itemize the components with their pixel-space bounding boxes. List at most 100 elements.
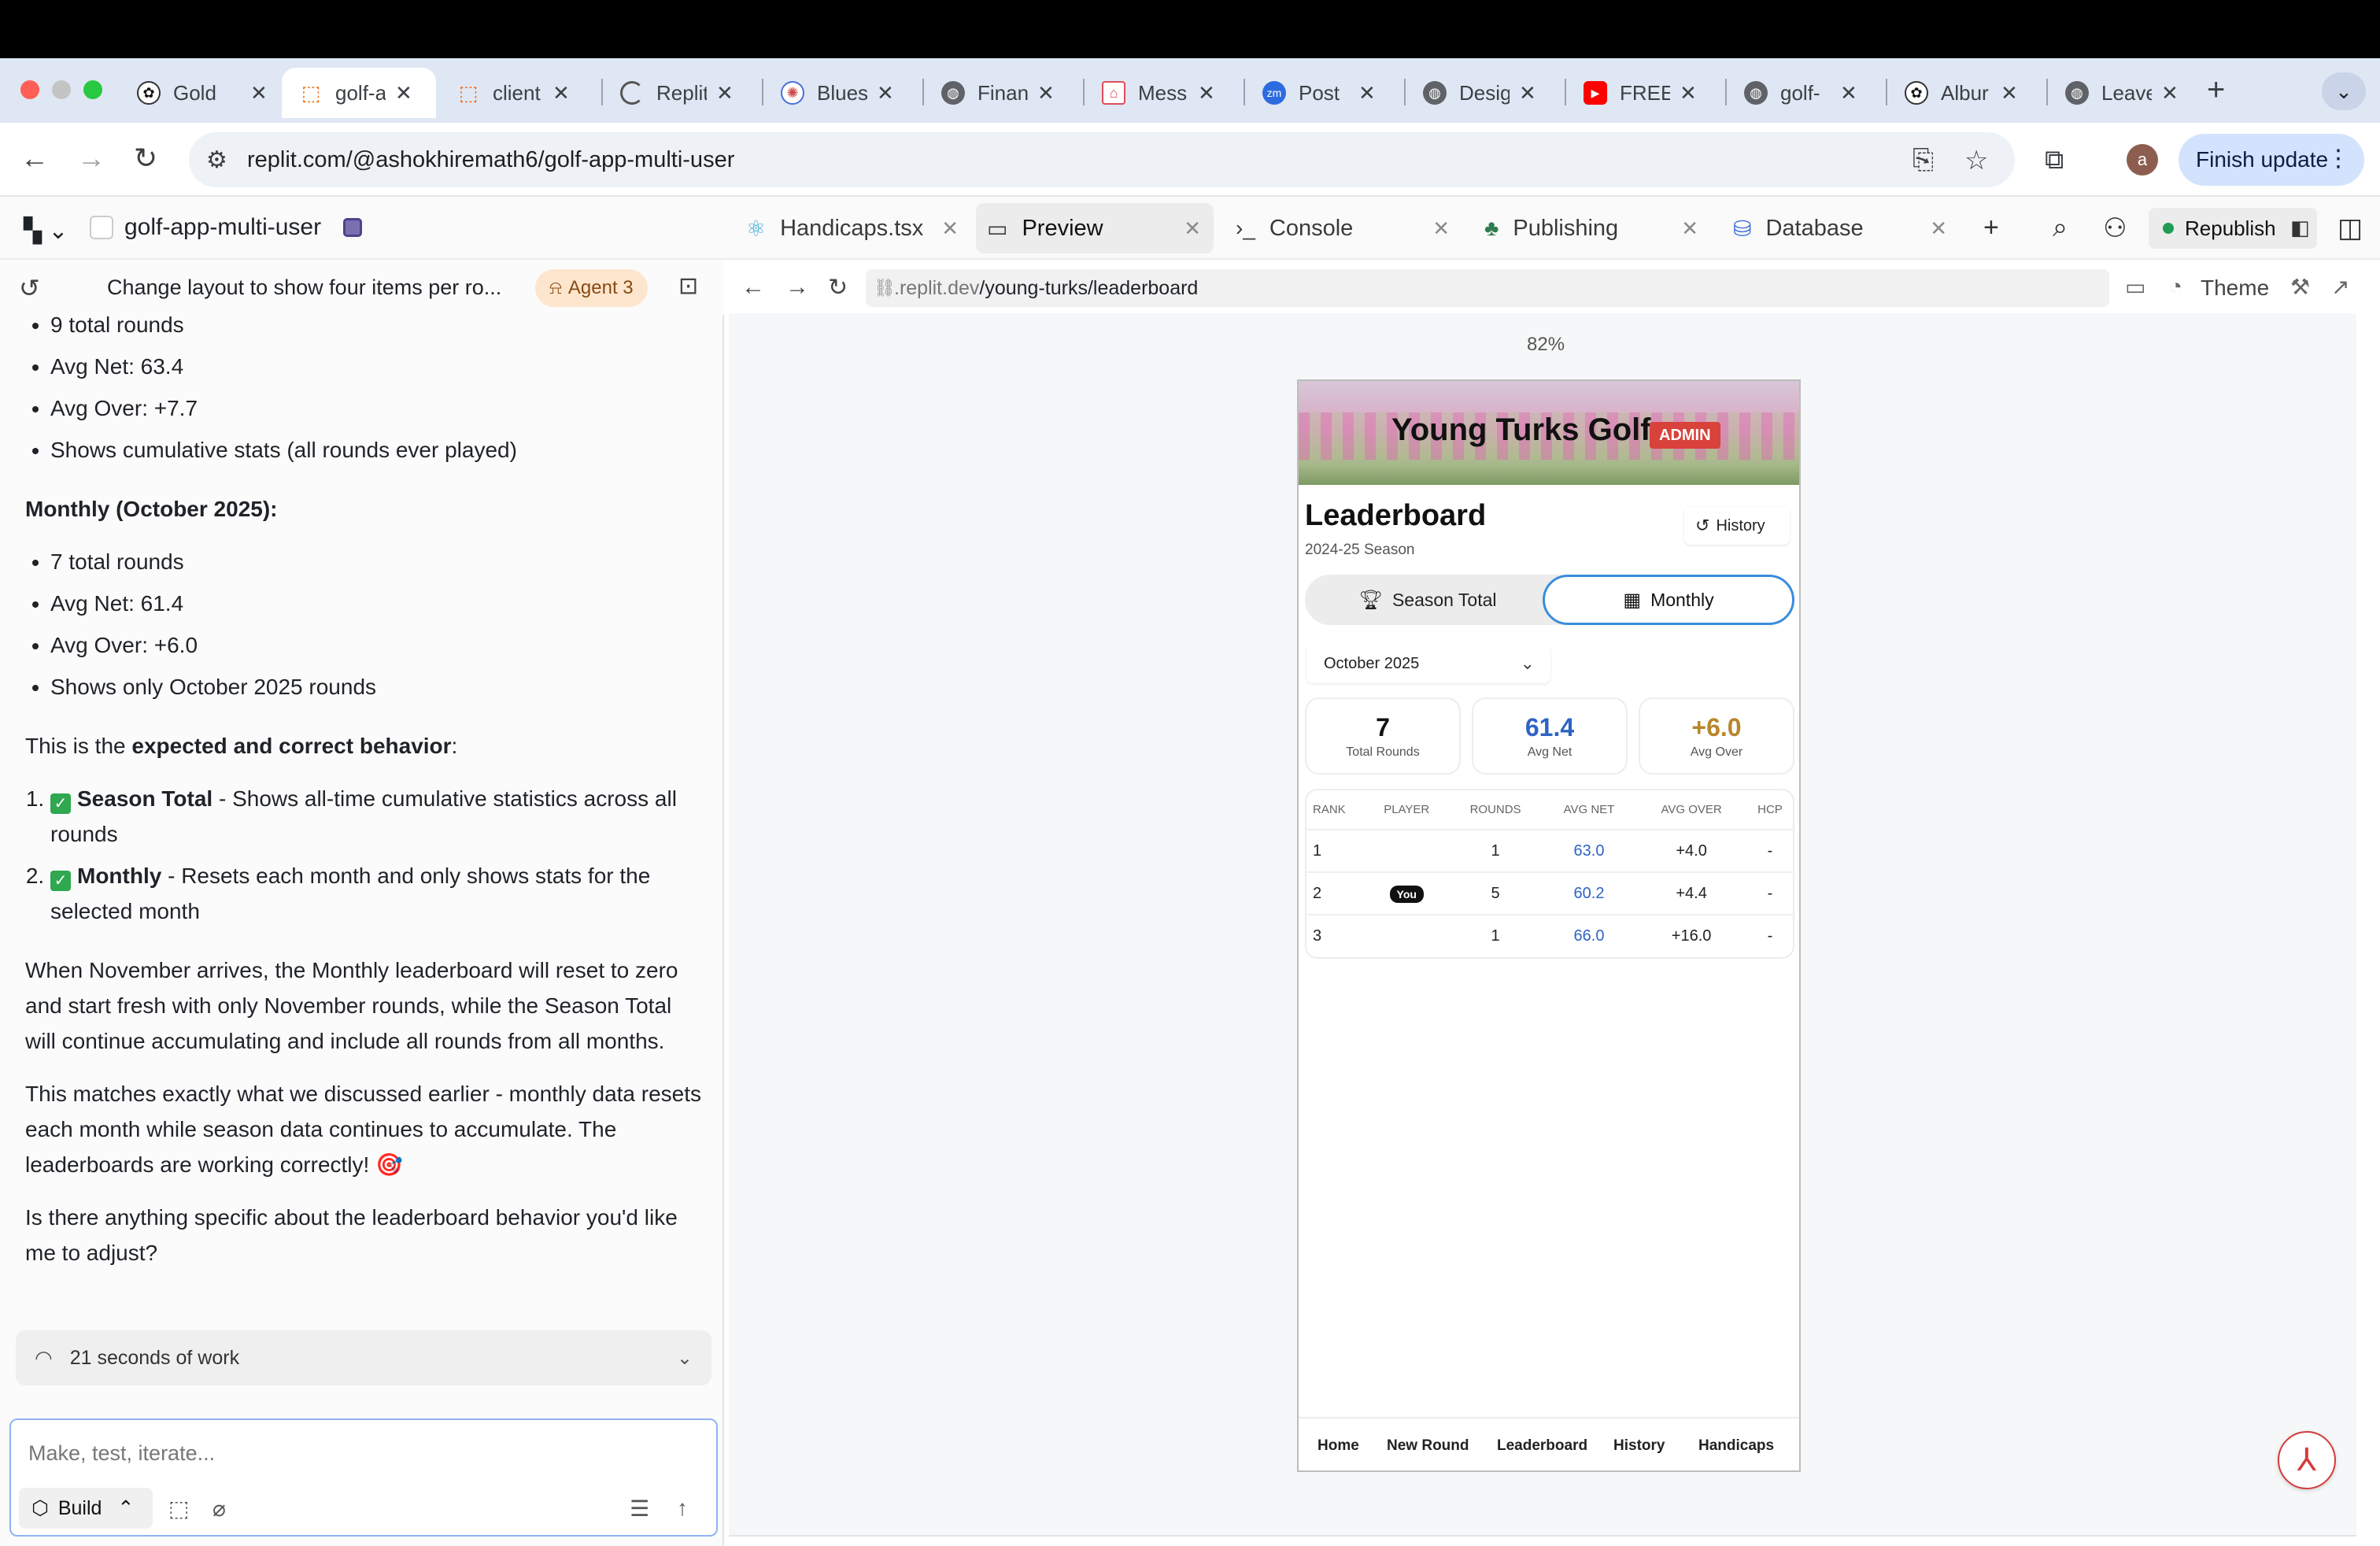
browser-tab-label: golf- (1780, 80, 1820, 105)
finish-update-button[interactable]: Finish update ⋮ (2179, 134, 2364, 186)
close-icon[interactable]: ✕ (877, 81, 894, 105)
open-external-icon[interactable]: ↗ (2331, 274, 2349, 300)
browser-tab-label: client (493, 80, 541, 105)
browser-tab[interactable]: ⬚ client ✕ (439, 68, 597, 118)
close-icon[interactable]: ✕ (250, 81, 268, 105)
tab-console[interactable]: ›_ Console ✕ (1225, 203, 1462, 253)
history-button[interactable]: ↺ History (1684, 507, 1790, 545)
rounds-cell: 1 (1491, 927, 1500, 945)
close-icon[interactable]: ✕ (1840, 81, 1857, 105)
select-element-icon[interactable]: ⬚ (168, 1496, 189, 1522)
close-icon[interactable]: ✕ (2001, 81, 2018, 105)
theme-button[interactable]: Theme (2201, 276, 2269, 301)
table-row[interactable]: 3 1 66.0 +16.0 - (1306, 915, 1793, 957)
tab-database[interactable]: ⛁ Database ✕ (1722, 203, 1960, 253)
table-row[interactable]: 1 1 63.0 +4.0 - (1306, 830, 1793, 873)
close-icon[interactable]: ✕ (1519, 81, 1536, 105)
close-icon[interactable]: ✕ (941, 216, 959, 241)
close-icon[interactable]: ✕ (1681, 216, 1698, 241)
tab-search-button[interactable]: ⌄ (2322, 72, 2366, 110)
deploy-menu-icon[interactable]: ◧ (2290, 216, 2310, 240)
add-tab-icon[interactable]: + (1983, 213, 1999, 243)
nav-home[interactable]: Home (1318, 1418, 1359, 1470)
browser-tab[interactable]: ▶ FREE ✕ (1566, 68, 1724, 118)
close-icon[interactable]: ✕ (1037, 81, 1055, 105)
month-select[interactable]: October 2025 ⌄ (1306, 644, 1550, 683)
close-icon[interactable]: ✕ (1198, 81, 1215, 105)
tab-publishing[interactable]: ♣ Publishing ✕ (1473, 203, 1711, 253)
browser-tab[interactable]: Replit ✕ (603, 68, 760, 118)
work-summary[interactable]: ◠ 21 seconds of work ⌄ (16, 1330, 711, 1385)
layout-toggle-icon[interactable]: ◫ (2338, 213, 2363, 244)
stat-label: Avg Over (1690, 745, 1743, 759)
search-icon[interactable]: ⌕ (2053, 213, 2068, 243)
reload-button[interactable]: ↻ (134, 142, 157, 175)
browser-tab[interactable]: ⌂ Mess ✕ (1085, 68, 1242, 118)
site-settings-icon[interactable]: ⚙ (206, 146, 227, 174)
preview-back-button[interactable]: ← (741, 274, 765, 301)
close-icon[interactable]: ✕ (1680, 81, 1697, 105)
browser-tab[interactable]: ◍ Desig ✕ (1406, 68, 1563, 118)
nav-new-round[interactable]: New Round (1387, 1418, 1469, 1470)
agent-badge[interactable]: ⍾ Agent 3 (535, 269, 648, 307)
project-name[interactable]: golf-app-multi-user (124, 214, 321, 241)
close-icon[interactable]: ✕ (395, 81, 412, 105)
new-tab-button[interactable]: + (2207, 72, 2225, 108)
close-icon[interactable]: ✕ (1358, 81, 1376, 105)
send-icon[interactable]: ↑ (677, 1496, 688, 1521)
new-chat-icon[interactable]: ⊡ (678, 272, 698, 300)
replit-logo-icon[interactable]: ▚ ⌄ (24, 217, 68, 245)
forward-button[interactable]: → (77, 142, 105, 175)
pdf-icon[interactable]: ⅄ (2278, 1431, 2336, 1489)
table-header-row: RANK PLAYER ROUNDS AVG NET AVG OVER HCP (1306, 790, 1793, 830)
preview-reload-button[interactable]: ↻ (828, 274, 848, 301)
prompt-input[interactable] (28, 1437, 705, 1469)
close-icon[interactable]: ✕ (1930, 216, 1947, 241)
attach-icon[interactable]: ⌀ (213, 1496, 226, 1522)
browser-tab-active[interactable]: ⬚ golf-a ✕ (282, 68, 436, 118)
device-toggle-icon[interactable]: ▭ (2125, 274, 2145, 300)
table-row[interactable]: 2 You 5 60.2 +4.4 - (1306, 872, 1793, 915)
extensions-icon[interactable]: ⧉ (2045, 145, 2064, 176)
tab-handicaps-file[interactable]: ⚛ Handicaps.tsx ✕ (735, 203, 971, 253)
build-mode-button[interactable]: ⬡ Build ⌃ (19, 1488, 153, 1529)
address-bar[interactable]: replit.com/@ashokhiremath6/golf-app-mult… (189, 132, 2015, 187)
close-icon[interactable]: ✕ (552, 81, 570, 105)
profile-avatar[interactable]: a (2127, 144, 2158, 176)
window-close-button[interactable] (20, 80, 39, 99)
app-frame: Young Turks Golf ADMIN Leaderboard 2024-… (1297, 379, 1801, 1472)
browser-tab[interactable]: ◍ Finan ✕ (924, 68, 1081, 118)
browser-tab[interactable]: ◍ golf- ✕ (1727, 68, 1884, 118)
nav-leaderboard[interactable]: Leaderboard (1497, 1418, 1587, 1470)
close-icon[interactable]: ✕ (1432, 216, 1450, 241)
browser-tab-label: Post (1299, 80, 1340, 105)
loading-icon (620, 81, 644, 105)
history-icon[interactable]: ↺ (19, 273, 40, 303)
window-zoom-button[interactable] (83, 80, 102, 99)
browser-tab[interactable]: ◍ Leave ✕ (2048, 68, 2205, 118)
browser-tab[interactable]: ✿ Gold ✕ (120, 68, 277, 118)
preview-url-bar[interactable]: ⛓ .replit.dev/young-turks/leaderboard (866, 269, 2109, 307)
season-total-toggle[interactable]: 🏆︎ Season Total (1305, 575, 1550, 625)
bookmark-star-icon[interactable]: ☆ (1964, 145, 1988, 176)
browser-tab[interactable]: ✺ Blues ✕ (763, 68, 921, 118)
wrench-icon[interactable]: ⚒ (2290, 274, 2310, 300)
close-icon[interactable]: ✕ (1184, 216, 1201, 241)
settings-sliders-icon[interactable]: ☰ (630, 1496, 649, 1522)
browser-tab[interactable]: zm Post ✕ (1245, 68, 1402, 118)
back-button[interactable]: ← (20, 142, 49, 175)
palette-icon[interactable]: ◔ (2169, 274, 2182, 299)
invite-user-icon[interactable]: ⚇ (2103, 213, 2127, 244)
install-app-icon[interactable]: ⎘ (1913, 145, 1934, 176)
preview-forward-button[interactable]: → (785, 274, 809, 301)
close-icon[interactable]: ✕ (716, 81, 734, 105)
nav-handicaps[interactable]: Handicaps (1698, 1418, 1774, 1470)
column-header: PLAYER (1365, 790, 1449, 830)
browser-tab[interactable]: ✿ Albur ✕ (1887, 68, 2045, 118)
window-minimize-button[interactable] (52, 80, 71, 99)
monthly-toggle[interactable]: ▦ Monthly (1543, 575, 1794, 625)
agent-task-title[interactable]: Change layout to show four items per ro.… (107, 276, 501, 300)
close-icon[interactable]: ✕ (2161, 81, 2179, 105)
tab-preview[interactable]: ▭ Preview ✕ (976, 203, 1214, 253)
nav-history[interactable]: History (1613, 1418, 1665, 1470)
